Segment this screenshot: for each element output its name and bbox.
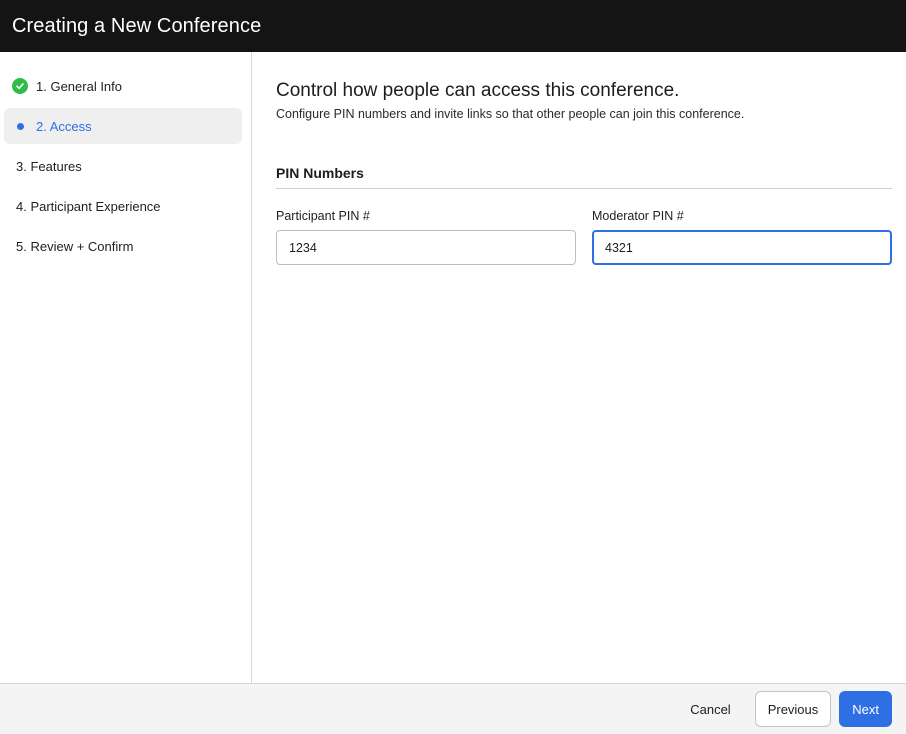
wizard-steps-sidebar: 1. General Info 2. Access 3. Features 4.…: [0, 52, 252, 683]
step-label: 1. General Info: [36, 78, 122, 94]
cancel-button[interactable]: Cancel: [678, 691, 742, 727]
step-participant-experience[interactable]: 4. Participant Experience: [4, 188, 242, 224]
previous-button[interactable]: Previous: [754, 691, 832, 727]
step-label: 5. Review + Confirm: [16, 238, 134, 254]
participant-pin-label: Participant PIN #: [276, 209, 370, 223]
section-heading: Control how people can access this confe…: [276, 80, 680, 101]
step-label: 3. Features: [16, 158, 82, 174]
pin-numbers-heading: PIN Numbers: [276, 165, 892, 189]
wizard-footer: Cancel Previous Next: [0, 683, 906, 734]
step-access[interactable]: 2. Access: [4, 108, 242, 144]
page-title: Creating a New Conference: [12, 14, 262, 37]
check-circle-icon: [12, 78, 28, 94]
access-panel: Control how people can access this confe…: [252, 52, 906, 683]
title-bar: Creating a New Conference: [0, 0, 906, 52]
moderator-pin-input[interactable]: [592, 230, 892, 265]
participant-pin-field: Participant PIN #: [276, 209, 576, 265]
moderator-pin-field: Moderator PIN #: [592, 209, 892, 265]
moderator-pin-label: Moderator PIN #: [592, 209, 684, 223]
participant-pin-input[interactable]: [276, 230, 576, 265]
pin-fields: Participant PIN # Moderator PIN #: [276, 209, 892, 265]
step-general-info[interactable]: 1. General Info: [4, 68, 242, 104]
step-label: 4. Participant Experience: [16, 198, 161, 214]
section-description: Configure PIN numbers and invite links s…: [276, 107, 745, 121]
conference-wizard: Creating a New Conference 1. General Inf…: [0, 0, 906, 734]
step-features[interactable]: 3. Features: [4, 148, 242, 184]
step-review-confirm[interactable]: 5. Review + Confirm: [4, 228, 242, 264]
step-label: 2. Access: [36, 118, 92, 134]
next-button[interactable]: Next: [839, 691, 892, 727]
current-step-dot-icon: [16, 122, 24, 130]
